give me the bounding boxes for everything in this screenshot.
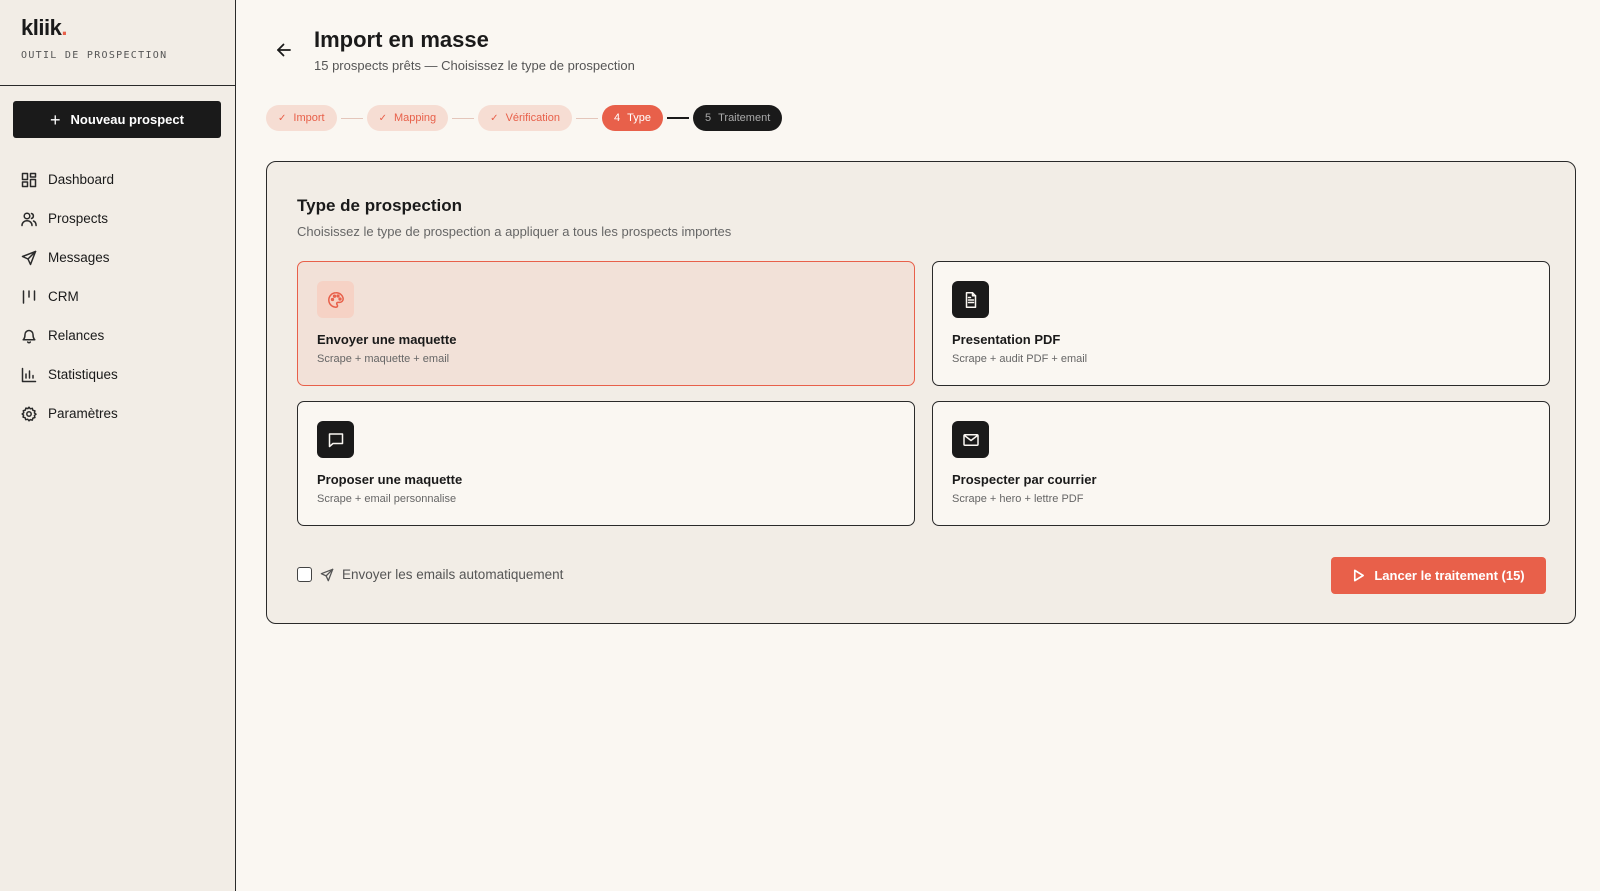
bar-chart-icon	[21, 367, 37, 382]
sidebar-item-dashboard[interactable]: Dashboard	[0, 160, 235, 199]
step-connector	[666, 117, 689, 119]
arrow-left-icon	[277, 43, 291, 57]
sidebar-item-label: Dashboard	[48, 172, 115, 187]
send-icon	[21, 250, 37, 265]
auto-send-toggle[interactable]: Envoyer les emails automatiquement	[297, 567, 563, 582]
play-icon	[1354, 569, 1365, 582]
sidebar-item-parametres[interactable]: Paramètres	[0, 394, 235, 433]
new-prospect-label: Nouveau prospect	[70, 112, 184, 127]
step-mapping[interactable]: ✓ Mapping	[366, 105, 449, 131]
new-prospect-button[interactable]: + Nouveau prospect	[13, 101, 221, 138]
message-icon	[328, 432, 343, 447]
plus-icon: +	[50, 109, 61, 130]
palette-icon	[327, 291, 344, 308]
step-import[interactable]: ✓ Import	[266, 105, 337, 131]
sidebar: kliik. OUTIL DE PROSPECTION + Nouveau pr…	[0, 0, 236, 891]
option-title: Prospecter par courrier	[952, 472, 1097, 487]
step-number: 5	[704, 112, 712, 124]
step-label: Vérification	[505, 112, 560, 124]
sidebar-item-crm[interactable]: CRM	[0, 277, 235, 316]
option-prospecter-courrier[interactable]: Prospecter par courrier Scrape + hero + …	[932, 401, 1550, 526]
dashboard-icon	[21, 172, 37, 187]
main-content: Import en masse 15 prospects prêts — Cho…	[236, 0, 1600, 891]
back-button[interactable]	[274, 40, 294, 60]
launch-label: Lancer le traitement (15)	[1374, 568, 1525, 583]
page-subtitle: 15 prospects prêts — Choisissez le type …	[314, 58, 635, 73]
users-icon	[21, 211, 37, 226]
auto-send-label: Envoyer les emails automatiquement	[342, 567, 564, 582]
launch-processing-button[interactable]: Lancer le traitement (15)	[1331, 557, 1546, 594]
step-type[interactable]: 4 Type	[601, 105, 663, 131]
tagline: OUTIL DE PROSPECTION	[21, 50, 168, 61]
sidebar-item-relances[interactable]: Relances	[0, 316, 235, 355]
prospection-type-panel: Type de prospection Choisissez le type d…	[266, 161, 1576, 624]
step-label: Mapping	[393, 112, 437, 124]
panel-title: Type de prospection	[297, 196, 462, 215]
sidebar-item-messages[interactable]: Messages	[0, 238, 235, 277]
document-icon	[965, 291, 976, 308]
gear-icon	[21, 405, 37, 422]
option-envoyer-maquette[interactable]: Envoyer une maquette Scrape + maquette +…	[297, 261, 915, 386]
stepper: ✓ Import ✓ Mapping ✓ Vérification 4 Type…	[266, 105, 783, 131]
option-description: Scrape + email personnalise	[317, 493, 457, 505]
step-number: 4	[613, 112, 621, 124]
option-proposer-maquette[interactable]: Proposer une maquette Scrape + email per…	[297, 401, 915, 526]
step-connector	[340, 117, 363, 119]
step-label: Import	[293, 112, 325, 124]
option-description: Scrape + audit PDF + email	[952, 353, 1088, 365]
sidebar-item-label: Statistiques	[48, 367, 118, 382]
auto-send-checkbox[interactable]	[297, 567, 312, 582]
option-title: Envoyer une maquette	[317, 332, 457, 347]
kanban-icon	[22, 289, 36, 304]
check-icon: ✓	[378, 112, 387, 124]
option-title: Proposer une maquette	[317, 472, 463, 487]
step-verification[interactable]: ✓ Vérification	[478, 105, 572, 131]
option-description: Scrape + maquette + email	[317, 353, 450, 365]
mail-icon	[962, 433, 979, 446]
sidebar-item-label: Messages	[48, 250, 110, 265]
logo[interactable]: kliik.	[21, 16, 215, 40]
check-icon: ✓	[278, 112, 287, 124]
sidebar-nav: Dashboard Prospects Messages CRM Relance…	[0, 160, 235, 433]
sidebar-item-label: Prospects	[48, 211, 109, 226]
step-connector	[452, 117, 475, 119]
brand: kliik. OUTIL DE PROSPECTION	[0, 0, 235, 86]
step-label: Traitement	[718, 112, 771, 124]
sidebar-item-label: Paramètres	[48, 406, 118, 421]
check-icon: ✓	[490, 112, 499, 124]
step-connector	[575, 117, 598, 119]
step-traitement[interactable]: 5 Traitement	[692, 105, 783, 131]
sidebar-item-prospects[interactable]: Prospects	[0, 199, 235, 238]
sidebar-item-label: Relances	[48, 328, 105, 343]
page-title: Import en masse	[314, 27, 489, 52]
bell-icon	[22, 329, 36, 343]
sidebar-item-statistiques[interactable]: Statistiques	[0, 355, 235, 394]
send-icon	[320, 568, 334, 581]
option-description: Scrape + hero + lettre PDF	[952, 493, 1084, 505]
option-presentation-pdf[interactable]: Presentation PDF Scrape + audit PDF + em…	[932, 261, 1550, 386]
sidebar-item-label: CRM	[48, 289, 79, 304]
panel-description: Choisissez le type de prospection a appl…	[297, 224, 732, 239]
step-label: Type	[627, 112, 651, 124]
option-title: Presentation PDF	[952, 332, 1061, 347]
